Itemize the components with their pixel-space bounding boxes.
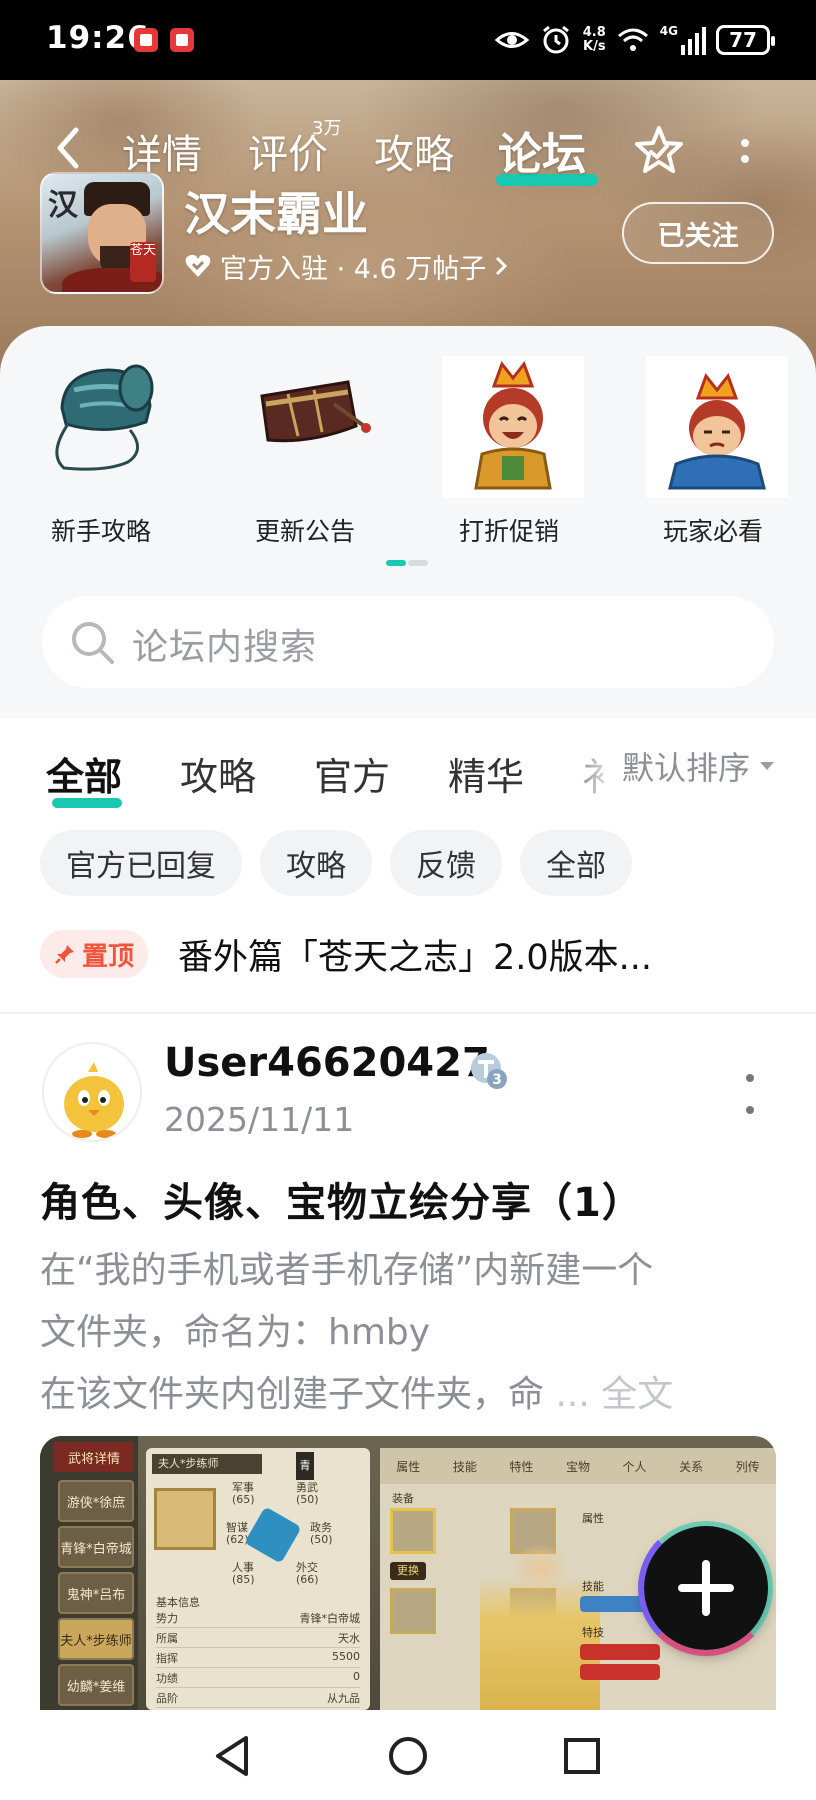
post-filter-tabs: 全部 攻略 官方 精华 衤 默认排序: [0, 718, 816, 818]
post-date: 2025/11/11: [164, 1100, 355, 1139]
filter-tab-guides[interactable]: 攻略: [180, 746, 256, 801]
read-more-link[interactable]: ... 全文: [555, 1374, 673, 1415]
chip-guide[interactable]: 攻略: [260, 830, 372, 896]
forum-meta-link[interactable]: 官方入驻 · 4.6 万帖子: [184, 248, 508, 285]
wifi-icon: [617, 28, 648, 51]
status-bar: 19:26 4.8 K/s 4G 77: [0, 0, 816, 80]
chevron-right-icon: [496, 256, 508, 276]
filter-tab-featured[interactable]: 精华: [448, 746, 524, 801]
tab-forum[interactable]: 论坛: [498, 118, 586, 182]
forum-search-input[interactable]: 论坛内搜索: [42, 596, 774, 688]
chip-feedback[interactable]: 反馈: [390, 830, 502, 896]
verified-heart-icon: [185, 254, 211, 277]
level-badge-icon: 3: [471, 1053, 507, 1089]
post-author[interactable]: User46620427: [164, 1040, 490, 1086]
hat-icon: [55, 364, 154, 471]
notification-icon: [134, 28, 158, 52]
recents-square-icon[interactable]: [558, 1732, 606, 1780]
filter-tab-all[interactable]: 全部: [46, 746, 122, 801]
post-title[interactable]: 角色、头像、宝物立绘分享（1）: [40, 1170, 643, 1228]
app-icon: 汉 苍天: [40, 172, 164, 294]
alarm-icon: [542, 25, 569, 54]
crown-icon: [260, 380, 371, 443]
category-update-notice[interactable]: 更新公告: [220, 356, 390, 546]
category-beginner-guide[interactable]: 新手攻略: [16, 356, 186, 546]
laughing-character-icon: [442, 356, 584, 498]
reviews-count: 3万: [312, 118, 342, 139]
create-post-button[interactable]: [638, 1520, 774, 1656]
avatar[interactable]: [42, 1042, 142, 1142]
chip-official-replied[interactable]: 官方已回复: [40, 830, 242, 896]
filter-tab-indicator: [52, 798, 122, 808]
back-triangle-icon[interactable]: [210, 1732, 258, 1780]
carousel-indicator: [386, 560, 428, 566]
divider: [0, 1012, 816, 1014]
chip-all[interactable]: 全部: [520, 830, 632, 896]
home-circle-icon[interactable]: [384, 1732, 432, 1780]
caret-down-icon: [760, 762, 775, 770]
pinned-title: 番外篇「苍天之志」2.0版本...: [178, 937, 653, 978]
plus-icon: [678, 1560, 734, 1616]
sleepy-character-icon: [646, 356, 788, 498]
notification-icon: [170, 28, 194, 52]
category-must-read[interactable]: 玩家必看: [628, 356, 798, 546]
image-stats-panel: 夫人*步练师 青 军事 (65) 勇武 (50) 智谋 (62) 政务 (50) 人事(…: [146, 1448, 370, 1710]
chevron-left-icon: [57, 127, 79, 169]
star-icon[interactable]: [632, 124, 686, 178]
battery-icon: 77: [716, 25, 775, 55]
forum-shortcuts-panel: 新手攻略 更新公告 打折促销 玩家必看 论坛内搜索: [0, 326, 816, 718]
network-speed: 4.8 K/s: [582, 25, 606, 54]
chick-avatar-icon: [64, 1062, 124, 1138]
app-title: 汉末霸业: [184, 187, 368, 241]
pinned-badge: 置顶: [40, 930, 149, 978]
search-placeholder: 论坛内搜索: [132, 627, 318, 668]
back-button[interactable]: [48, 120, 88, 176]
pin-icon: [55, 945, 74, 964]
eye-icon: [494, 32, 529, 48]
svg-text:3: 3: [492, 1072, 502, 1088]
pinned-post[interactable]: 置顶 番外篇「苍天之志」2.0版本...: [40, 924, 776, 984]
post-more-button[interactable]: [744, 1074, 756, 1114]
search-icon: [72, 622, 114, 664]
category-discount[interactable]: 打折促销: [424, 356, 594, 546]
tag-chips: 官方已回复 攻略 反馈 全部: [40, 830, 632, 896]
cell-signal-icon: 4G: [660, 25, 706, 55]
tab-guides[interactable]: 攻略: [374, 122, 454, 180]
system-navigation-bar: [0, 1710, 816, 1800]
sort-dropdown[interactable]: 默认排序: [562, 736, 816, 796]
filter-tab-official[interactable]: 官方: [314, 746, 390, 801]
image-sidebar: 武将详情 游侠*徐庶 青锋*白帝城 鬼神*吕布 夫人*步练师 幼麟*姜维: [40, 1436, 138, 1710]
more-options-button[interactable]: [730, 124, 760, 178]
follow-button[interactable]: 已关注: [622, 202, 774, 264]
post-excerpt[interactable]: 在“我的手机或者手机存储”内新建一个 文件夹，命名为：hmby 在该文件夹内创建…: [40, 1240, 760, 1426]
